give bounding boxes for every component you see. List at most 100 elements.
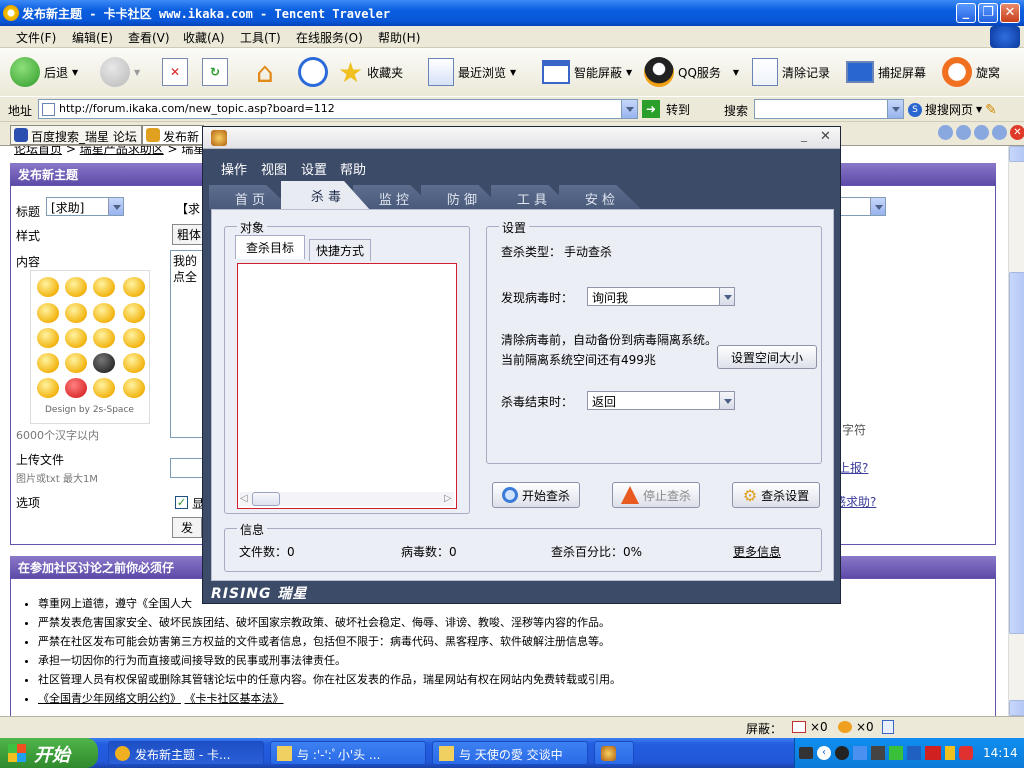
qq-service-dropdown-icon[interactable]: ▼ (733, 68, 739, 77)
rising-close-button[interactable]: ✕ (820, 129, 831, 144)
maximize-button[interactable]: ❐ (978, 3, 998, 23)
menu-file[interactable]: 文件(F) (16, 29, 56, 46)
search-input[interactable] (754, 99, 904, 119)
emoticon-icon[interactable] (123, 328, 145, 348)
emoticon-icon[interactable] (65, 303, 87, 323)
scan-settings-button[interactable]: ⚙ 查杀设置 (732, 482, 820, 508)
tray-app-icon[interactable] (871, 746, 885, 760)
emoticon-icon[interactable] (37, 328, 59, 348)
start-scan-button[interactable]: 开始查杀 (492, 482, 580, 508)
refresh-button[interactable]: ↻ (202, 56, 228, 88)
rising-menu-help[interactable]: 帮助 (340, 159, 366, 178)
search-engine-button[interactable]: S 搜搜网页 ▼ ✎ (908, 101, 997, 118)
minimize-button[interactable]: _ (956, 3, 976, 23)
task-rising[interactable] (594, 741, 634, 765)
more-info-link[interactable]: 更多信息 (733, 543, 781, 560)
rising-minimize-button[interactable]: _ (801, 128, 807, 142)
go-button[interactable]: ➜ 转到 (642, 100, 690, 118)
favorites-button[interactable]: ★ 收藏夹 (338, 56, 403, 89)
tray-shield-icon[interactable] (959, 746, 973, 760)
rising-menu-view[interactable]: 视图 (261, 159, 287, 178)
virus-found-select[interactable]: 询问我 (587, 287, 735, 306)
tab-next-icon[interactable] (974, 125, 989, 140)
history-button[interactable] (298, 56, 328, 88)
tray-network-icon[interactable] (853, 746, 867, 760)
task-chat-2[interactable]: 与 天使の愛 交谈中 (432, 741, 588, 765)
task-chat-1[interactable]: 与 :'-':ﾟ小'头 ... (270, 741, 426, 765)
recent-button[interactable]: 最近浏览 ▼ (428, 56, 516, 88)
tray-ati-icon[interactable] (925, 746, 941, 760)
virus-found-dropdown-icon[interactable] (719, 288, 734, 305)
emoticon-icon[interactable] (93, 378, 115, 398)
breadcrumb-home-link[interactable]: 论坛首页 (14, 146, 62, 156)
tab-close-icon[interactable]: ✕ (1010, 125, 1024, 140)
scroll-right-icon[interactable]: ▷ (444, 493, 452, 504)
scroll-down-icon[interactable] (1009, 700, 1024, 716)
close-button[interactable]: ✕ (1000, 3, 1020, 23)
emoticon-icon[interactable] (37, 277, 59, 297)
tab-list-icon[interactable] (956, 125, 971, 140)
right-select[interactable] (840, 197, 886, 216)
start-button[interactable]: 开始 (0, 738, 98, 768)
tree-hscrollbar[interactable]: ◁ ▷ (240, 492, 454, 506)
emoticon-icon[interactable] (93, 353, 115, 373)
forward-dropdown-icon[interactable]: ▼ (134, 68, 140, 77)
qq-service-button[interactable]: QQ服务 ▼ (644, 56, 739, 88)
subtab-shortcuts[interactable]: 快捷方式 (309, 239, 372, 261)
hscroll-thumb[interactable] (252, 492, 280, 506)
breadcrumb-section-link[interactable]: 瑞星产品求助区 (80, 146, 164, 156)
rotate-button[interactable]: 旋窝 (942, 56, 1000, 88)
menu-favorites[interactable]: 收藏(A) (183, 29, 225, 46)
url-input[interactable]: http://forum.ikaka.com/new_topic.asp?boa… (38, 99, 638, 119)
emoticon-icon[interactable] (93, 303, 115, 323)
tab-baidu[interactable]: 百度搜索_瑞星 论坛 (10, 125, 142, 145)
option-checkbox[interactable]: ✓ (175, 496, 188, 509)
rising-tab-defense[interactable]: 防 御 (421, 185, 503, 209)
tray-rising-icon[interactable] (945, 746, 955, 760)
rising-menu-operate[interactable]: 操作 (221, 159, 247, 178)
clear-history-button[interactable]: 清除记录 (752, 56, 830, 88)
emoticon-icon[interactable] (93, 277, 115, 297)
menu-online-services[interactable]: 在线服务(O) (296, 29, 363, 46)
scroll-thumb[interactable] (1009, 272, 1024, 634)
search-dropdown-icon[interactable] (887, 100, 903, 118)
emoticon-icon[interactable] (93, 328, 115, 348)
scroll-up-icon[interactable] (1009, 146, 1024, 162)
report-link[interactable]: 上报? (838, 459, 868, 476)
tab-end-icon[interactable] (992, 125, 1007, 140)
menu-edit[interactable]: 编辑(E) (72, 29, 113, 46)
community-law-link[interactable]: 《卡卡社区基本法》 (185, 692, 284, 705)
emoticon-icon[interactable] (65, 378, 87, 398)
capture-screen-button[interactable]: 捕捉屏幕 (846, 56, 926, 88)
title-input-fragment[interactable]: 【求 (176, 200, 200, 217)
scan-target-tree[interactable]: ◁ ▷ (237, 263, 457, 509)
status-option-icon[interactable] (882, 720, 894, 734)
finish-action-select[interactable]: 返回 (587, 391, 735, 410)
pencil-icon[interactable]: ✎ (985, 102, 997, 118)
recent-dropdown-icon[interactable]: ▼ (510, 68, 516, 77)
home-button[interactable]: ⌂ (256, 56, 274, 89)
tab-prev-icon[interactable] (938, 125, 953, 140)
emoticon-icon[interactable] (65, 353, 87, 373)
url-dropdown-icon[interactable] (621, 100, 637, 118)
tray-qq-icon[interactable] (835, 746, 849, 760)
forward-button[interactable]: ▼ (100, 56, 140, 88)
tab-new-topic[interactable]: 发布新 (142, 125, 204, 145)
scroll-left-icon[interactable]: ◁ (240, 493, 248, 504)
right-select-dropdown-icon[interactable] (870, 198, 885, 215)
bold-button[interactable]: 粗体 (172, 224, 207, 245)
emoticon-icon[interactable] (123, 303, 145, 323)
emoticon-icon[interactable] (123, 277, 145, 297)
finish-action-dropdown-icon[interactable] (719, 392, 734, 409)
emoticon-icon[interactable] (65, 277, 87, 297)
menu-tools[interactable]: 工具(T) (240, 29, 281, 46)
tray-keyboard-icon[interactable] (799, 747, 813, 759)
title-prefix-dropdown-icon[interactable] (108, 198, 123, 215)
emoticon-icon[interactable] (37, 353, 59, 373)
title-prefix-select[interactable]: [求助] (46, 197, 124, 216)
rising-tab-security-check[interactable]: 安 检 (559, 185, 641, 209)
search-engine-dropdown-icon[interactable]: ▼ (976, 105, 982, 114)
subtab-scan-targets[interactable]: 查杀目标 (235, 235, 306, 259)
emoticon-icon[interactable] (123, 378, 145, 398)
page-scrollbar[interactable] (1008, 146, 1024, 716)
